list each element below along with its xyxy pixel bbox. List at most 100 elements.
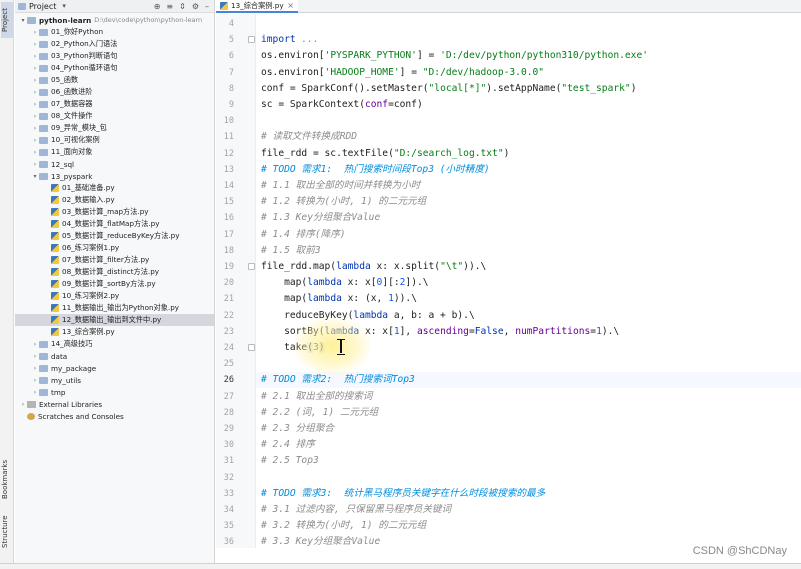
chevron-right-icon[interactable]: › [31,77,39,84]
tree-folder-item[interactable]: › 12_sql [15,158,214,170]
chevron-right-icon[interactable]: › [31,113,39,120]
tree-folder-item[interactable]: › my_package [15,362,214,374]
code-line[interactable]: import ... [261,32,801,48]
add-icon[interactable]: ⊕ [154,2,161,11]
tree-folder-item[interactable]: › 02_Python入门语法 [15,38,214,50]
tree-folder-item[interactable]: › 09_异常_模块_包 [15,122,214,134]
tree-folder-item[interactable]: ▾ 13_pyspark [15,170,214,182]
tree-file-item[interactable]: 08_数据计算_distinct方法.py [15,266,214,278]
tree-folder-item[interactable]: › 01_你好Python [15,26,214,38]
tree-file-item[interactable]: 04_数据计算_flatMap方法.py [15,218,214,230]
tree-folder-item[interactable]: › 07_数据容器 [15,98,214,110]
tree-folder-item[interactable]: › 14_高级技巧 [15,338,214,350]
tree-file-item[interactable]: 03_数据计算_map方法.py [15,206,214,218]
collapse-all-icon[interactable]: ≡ [166,2,173,11]
code-line[interactable]: # 2.5 Top3 [261,453,801,469]
tree-file-item[interactable]: 01_基础准备.py [15,182,214,194]
project-panel-title[interactable]: Project [29,2,56,11]
code-line[interactable]: sortBy(lambda x: x[1], ascending=False, … [261,324,801,340]
code-line[interactable]: # 1.5 取前3 [261,243,801,259]
code-line[interactable]: # TODO 需求2: 热门搜索词Top3 [256,372,801,389]
code-line[interactable]: # 2.4 排序 [261,437,801,453]
code-line[interactable]: # TODO 需求3: 统计黑马程序员关键字在什么时段被搜索的最多 [261,486,801,502]
chevron-right-icon[interactable]: › [31,161,39,168]
hide-panel-icon[interactable]: – [205,2,209,11]
tree-file-item[interactable]: 02_数据输入.py [15,194,214,206]
chevron-right-icon[interactable]: › [19,401,27,408]
tree-file-item[interactable]: 11_数据输出_输出为Python对象.py [15,302,214,314]
fold-marker-icon[interactable] [248,263,255,270]
tree-folder-item[interactable]: › tmp [15,386,214,398]
chevron-right-icon[interactable]: › [31,365,39,372]
tree-folder-item[interactable]: › 11_面向对象 [15,146,214,158]
tree-file-item[interactable]: 13_综合案例.py [15,326,214,338]
tree-file-item[interactable]: 06_练习案例1.py [15,242,214,254]
code-line[interactable]: # 1.2 转换为(小时, 1) 的二元元组 [261,194,801,210]
code-line[interactable]: # 1.1 取出全部的时间并转换为小时 [261,178,801,194]
collapse-icon[interactable]: ⇕ [179,2,186,11]
chevron-right-icon[interactable]: › [31,125,39,132]
chevron-right-icon[interactable]: › [31,53,39,60]
code-line[interactable]: # 2.2 (词, 1) 二元元组 [261,405,801,421]
tree-file-item[interactable]: 12_数据输出_输出到文件中.py [15,314,214,326]
code-line[interactable]: # 读取文件转换成RDD [261,129,801,145]
tree-file-item[interactable]: 05_数据计算_reduceByKey方法.py [15,230,214,242]
code-line[interactable]: # 1.4 排序(降序) [261,227,801,243]
tree-folder-item[interactable]: › 08_文件操作 [15,110,214,122]
code-line[interactable]: # 2.1 取出全部的搜索词 [261,389,801,405]
chevron-down-icon[interactable]: ▾ [31,173,39,180]
fold-marker-icon[interactable] [248,344,255,351]
chevron-right-icon[interactable]: › [31,29,39,36]
code-line[interactable]: file_rdd = sc.textFile("D:/search_log.tx… [261,146,801,162]
code-line[interactable] [261,113,801,129]
tree-folder-item[interactable]: Scratches and Consoles [15,410,214,422]
chevron-down-icon[interactable]: ▾ [62,2,66,10]
fold-marker-icon[interactable] [248,36,255,44]
code-line[interactable] [261,356,801,372]
code-line[interactable]: os.environ['HADOOP_HOME'] = "D:/dev/hado… [261,65,801,81]
chevron-right-icon[interactable]: › [31,137,39,144]
code-line[interactable]: os.environ['PYSPARK_PYTHON'] = 'D:/dev/p… [261,48,801,64]
structure-tool-tab[interactable]: Structure [1,512,13,552]
code-line[interactable] [261,470,801,486]
tree-folder-item[interactable]: › my_utils [15,374,214,386]
chevron-right-icon[interactable]: › [31,377,39,384]
code-line[interactable]: conf = SparkConf().setMaster("local[*]")… [261,81,801,97]
tree-file-item[interactable]: 09_数据计算_sortBy方法.py [15,278,214,290]
tree-folder-item[interactable]: › External Libraries [15,398,214,410]
tree-folder-item[interactable]: › 05_函数 [15,74,214,86]
code-editor[interactable]: import ... os.environ['PYSPARK_PYTHON'] =… [256,14,801,548]
code-line[interactable]: # 2.3 分组聚合 [261,421,801,437]
chevron-right-icon[interactable]: › [31,41,39,48]
chevron-right-icon[interactable]: › [31,341,39,348]
tree-folder-item[interactable]: › 03_Python判断语句 [15,50,214,62]
tree-folder-item[interactable]: ▾ python-learn D:\dev\code\python\python-l… [15,14,214,26]
chevron-right-icon[interactable]: › [31,65,39,72]
chevron-right-icon[interactable]: › [31,389,39,396]
chevron-right-icon[interactable]: › [31,101,39,108]
project-tool-tab[interactable]: Project [1,2,13,38]
bookmarks-tool-tab[interactable]: Bookmarks [1,456,13,502]
code-line[interactable]: # 1.3 Key分组聚合Value [261,210,801,226]
code-line[interactable]: map(lambda x: (x, 1)).\ [261,291,801,307]
code-line[interactable]: sc = SparkContext(conf=conf) [261,97,801,113]
tree-folder-item[interactable]: › data [15,350,214,362]
code-line[interactable]: map(lambda x: x[0][:2]).\ [261,275,801,291]
code-line[interactable] [261,16,801,32]
code-line[interactable]: # 3.2 转换为(小时, 1) 的二元元组 [261,518,801,534]
tree-file-item[interactable]: 07_数据计算_filter方法.py [15,254,214,266]
close-icon[interactable]: × [287,1,294,10]
chevron-right-icon[interactable]: › [31,149,39,156]
tree-folder-item[interactable]: › 04_Python循环语句 [15,62,214,74]
code-line[interactable]: # 3.1 过滤内容, 只保留黑马程序员关键词 [261,502,801,518]
chevron-right-icon[interactable]: › [31,89,39,96]
tree-file-item[interactable]: 10_练习案例2.py [15,290,214,302]
chevron-down-icon[interactable]: ▾ [19,17,27,24]
code-line[interactable]: reduceByKey(lambda a, b: a + b).\ [261,308,801,324]
code-line[interactable]: # TODO 需求1: 热门搜索时间段Top3 (小时精度) [261,162,801,178]
chevron-right-icon[interactable]: › [31,353,39,360]
editor-tab-active[interactable]: 13_综合案例.py × [216,0,298,13]
gear-icon[interactable]: ⚙ [192,2,199,11]
tree-folder-item[interactable]: › 06_函数进阶 [15,86,214,98]
code-line[interactable]: file_rdd.map(lambda x: x.split("\t")).\ [261,259,801,275]
